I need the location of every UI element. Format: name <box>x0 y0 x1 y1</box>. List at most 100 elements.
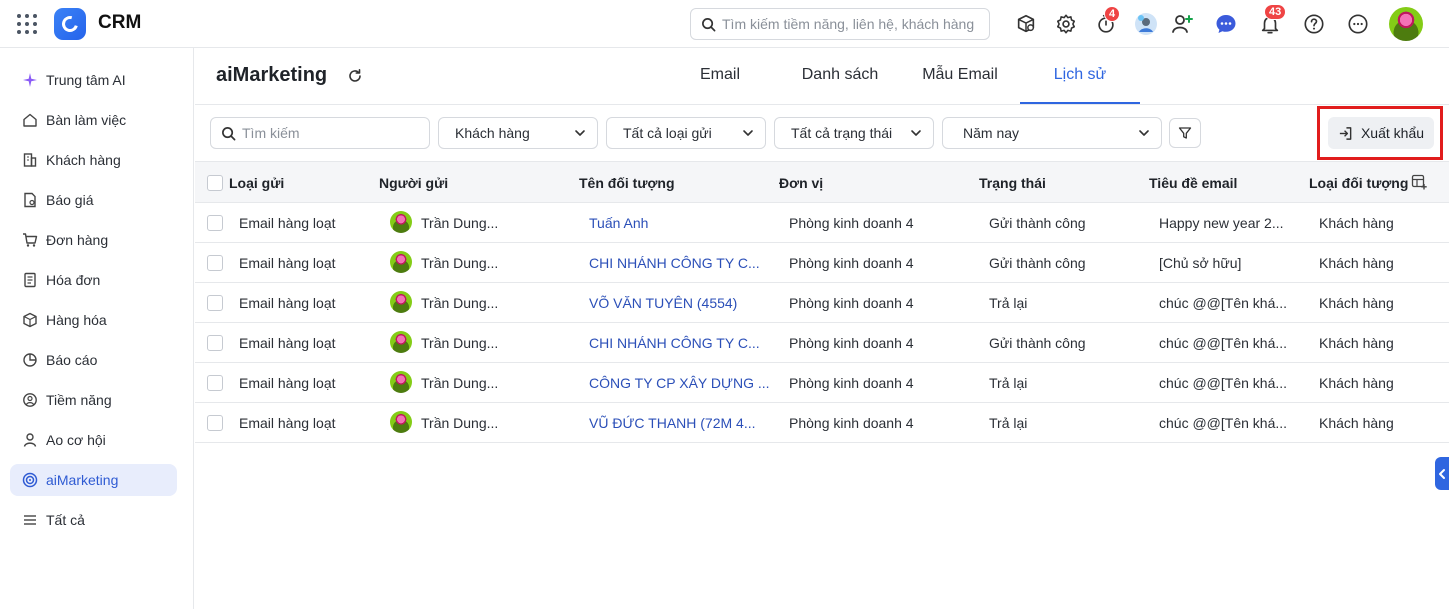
cell-unit: Phòng kinh doanh 4 <box>789 415 914 431</box>
cell-send-type: Email hàng loạt <box>239 335 336 351</box>
sidebar-item-customers[interactable]: Khách hàng <box>10 144 177 176</box>
table-row[interactable]: Email hàng loạt Trần Dung... CHI NHÁNH C… <box>195 243 1449 283</box>
cell-object-name-link[interactable]: VŨ ĐỨC THANH (72M 4... <box>589 415 756 431</box>
global-search-box[interactable] <box>690 8 990 40</box>
cell-unit: Phòng kinh doanh 4 <box>789 255 914 271</box>
chevron-left-icon <box>1439 468 1445 479</box>
column-header-email-subject[interactable]: Tiêu đề email <box>1149 175 1237 191</box>
settings-gear-icon[interactable] <box>1054 12 1078 36</box>
help-icon[interactable] <box>1302 12 1326 36</box>
top-bar: CRM 4 43 <box>0 0 1449 48</box>
side-panel-toggle[interactable] <box>1435 457 1449 490</box>
page-title: aiMarketing <box>216 64 328 86</box>
table-row[interactable]: Email hàng loạt Trần Dung... CÔNG TY CP … <box>195 363 1449 403</box>
cell-status: Trả lại <box>989 375 1028 391</box>
history-search-box[interactable] <box>210 117 430 149</box>
period-dropdown[interactable]: Năm nay <box>942 117 1162 149</box>
sidebar-item-label: Khách hàng <box>46 152 121 168</box>
cell-object-name-link[interactable]: CHI NHÁNH CÔNG TY C... <box>589 335 760 351</box>
column-settings-icon[interactable] <box>1411 174 1427 190</box>
cell-object-name-link[interactable]: Tuấn Anh <box>589 215 648 231</box>
cell-sender: Trần Dung... <box>421 295 499 311</box>
tab-lists[interactable]: Danh sách <box>795 66 885 84</box>
add-user-icon[interactable] <box>1170 12 1194 36</box>
global-search-input[interactable] <box>722 16 982 32</box>
sidebar-item-reports[interactable]: Báo cáo <box>10 344 177 376</box>
cell-object-name-link[interactable]: VÕ VĂN TUYÊN (4554) <box>589 295 737 311</box>
filter-funnel-button[interactable] <box>1169 118 1201 148</box>
sidebar-item-label: Ao cơ hội <box>46 432 106 448</box>
chat-bubble-icon[interactable] <box>1214 12 1238 36</box>
more-options-icon[interactable] <box>1346 12 1370 36</box>
sidebar-item-all[interactable]: Tất cả <box>10 504 177 536</box>
cell-sender: Trần Dung... <box>421 375 499 391</box>
column-header-object-name[interactable]: Tên đối tượng <box>579 175 675 191</box>
opportunity-icon <box>22 432 38 448</box>
object-type-dropdown[interactable]: Khách hàng <box>438 117 598 149</box>
cell-object-type: Khách hàng <box>1319 255 1394 271</box>
tab-email[interactable]: Email <box>685 66 755 84</box>
sidebar-item-workspace[interactable]: Bàn làm việc <box>10 104 177 136</box>
table-row[interactable]: Email hàng loạt Trần Dung... VÕ VĂN TUYÊ… <box>195 283 1449 323</box>
funnel-icon <box>1178 127 1192 139</box>
ai-assistant-avatar-icon[interactable] <box>1134 12 1158 36</box>
table-row[interactable]: Email hàng loạt Trần Dung... VŨ ĐỨC THAN… <box>195 403 1449 443</box>
sidebar-item-opportunity-pool[interactable]: Ao cơ hội <box>10 424 177 456</box>
row-checkbox[interactable] <box>207 415 223 431</box>
column-header-unit[interactable]: Đơn vị <box>779 175 823 191</box>
cell-object-name-link[interactable]: CHI NHÁNH CÔNG TY C... <box>589 255 760 271</box>
sidebar-item-label: Báo cáo <box>46 352 98 368</box>
row-checkbox[interactable] <box>207 295 223 311</box>
row-checkbox[interactable] <box>207 215 223 231</box>
cell-status: Gửi thành công <box>989 215 1086 231</box>
building-icon <box>22 152 38 168</box>
status-value: Tất cả trạng thái <box>791 125 893 141</box>
cart-icon <box>22 232 38 248</box>
status-dropdown[interactable]: Tất cả trạng thái <box>774 117 934 149</box>
column-header-status[interactable]: Trạng thái <box>979 175 1046 191</box>
user-avatar[interactable] <box>1389 7 1423 41</box>
tab-history[interactable]: Lịch sử <box>1040 66 1120 84</box>
cell-object-type: Khách hàng <box>1319 375 1394 391</box>
tab-email-templates[interactable]: Mẫu Email <box>915 66 1005 84</box>
table-row[interactable]: Email hàng loạt Trần Dung... Tuấn Anh Ph… <box>195 203 1449 243</box>
notification-badge: 43 <box>1264 4 1287 20</box>
invoice-icon <box>22 272 38 288</box>
period-value: Năm nay <box>963 125 1020 141</box>
row-checkbox[interactable] <box>207 375 223 391</box>
cell-email-subject: chúc @@[Tên khá... <box>1159 415 1288 431</box>
app-launcher-icon[interactable] <box>17 14 37 34</box>
sidebar-item-products[interactable]: Hàng hóa <box>10 304 177 336</box>
export-button[interactable]: Xuất khẩu <box>1328 117 1434 149</box>
sidebar-item-prospects[interactable]: Tiềm năng <box>10 384 177 416</box>
sparkle-icon <box>22 72 38 88</box>
cell-object-name-link[interactable]: CÔNG TY CP XÂY DỰNG ... <box>589 375 770 391</box>
sidebar-item-aimarketing[interactable]: aiMarketing <box>10 464 177 496</box>
select-all-checkbox[interactable] <box>207 175 223 191</box>
row-checkbox[interactable] <box>207 335 223 351</box>
send-type-value: Tất cả loại gửi <box>623 125 712 141</box>
export-icon <box>1339 126 1352 140</box>
cell-object-type: Khách hàng <box>1319 295 1394 311</box>
send-type-dropdown[interactable]: Tất cả loại gửi <box>606 117 766 149</box>
sidebar-item-quotes[interactable]: Báo giá <box>10 184 177 216</box>
main-content: aiMarketing Email Danh sách Mẫu Email Lị… <box>195 48 1449 609</box>
cell-status: Gửi thành công <box>989 335 1086 351</box>
column-header-send-type[interactable]: Loại gửi <box>229 175 284 191</box>
package-search-icon[interactable] <box>1014 12 1038 36</box>
column-header-object-type[interactable]: Loại đối tượng <box>1309 175 1408 191</box>
sidebar-item-orders[interactable]: Đơn hàng <box>10 224 177 256</box>
history-search-input[interactable] <box>242 125 422 141</box>
column-header-sender[interactable]: Người gửi <box>379 175 448 191</box>
prospect-icon <box>22 392 38 408</box>
cell-sender: Trần Dung... <box>421 335 499 351</box>
cell-send-type: Email hàng loạt <box>239 295 336 311</box>
cell-send-type: Email hàng loạt <box>239 415 336 431</box>
sidebar-item-ai-center[interactable]: Trung tâm AI <box>10 64 177 96</box>
table-row[interactable]: Email hàng loạt Trần Dung... CHI NHÁNH C… <box>195 323 1449 363</box>
row-checkbox[interactable] <box>207 255 223 271</box>
cell-email-subject: chúc @@[Tên khá... <box>1159 335 1288 351</box>
refresh-icon[interactable] <box>347 68 363 84</box>
cell-email-subject: chúc @@[Tên khá... <box>1159 295 1288 311</box>
sidebar-item-invoices[interactable]: Hóa đơn <box>10 264 177 296</box>
